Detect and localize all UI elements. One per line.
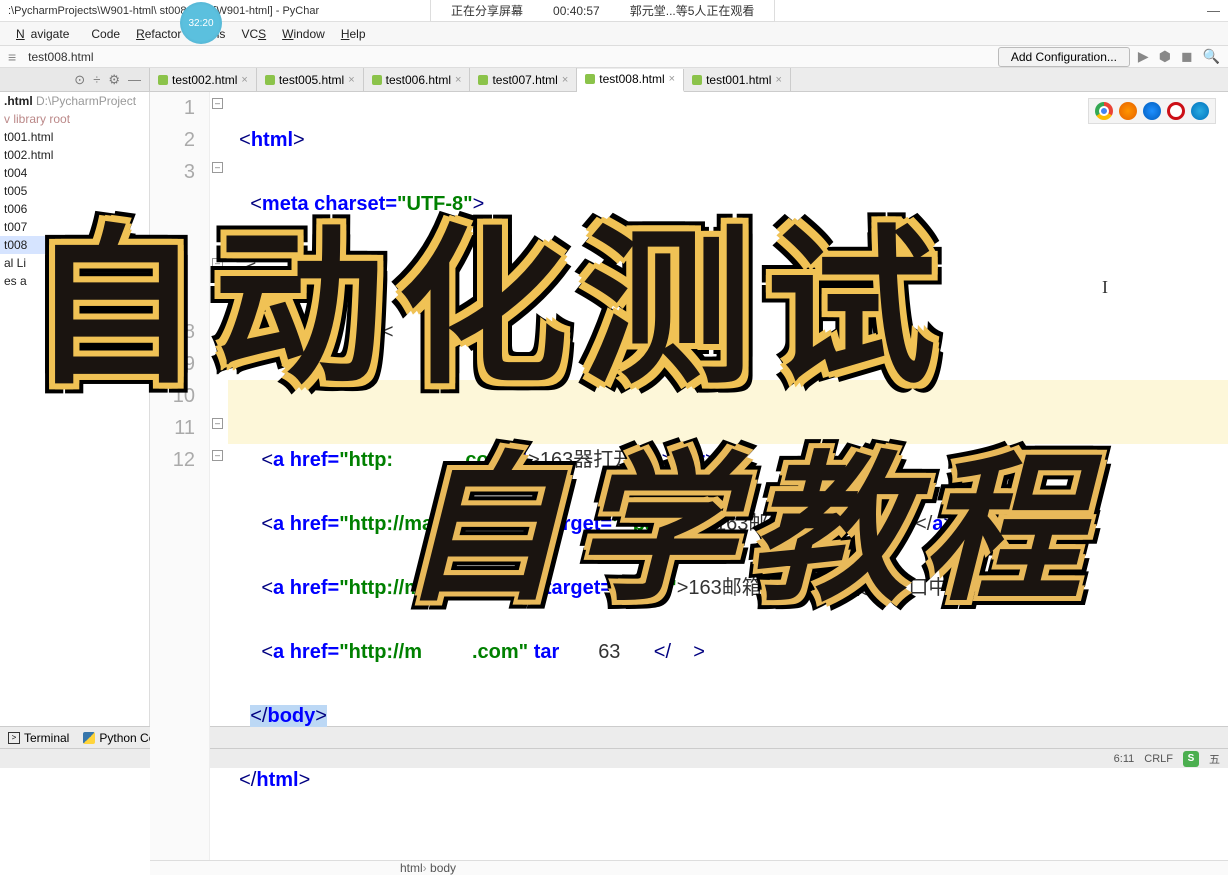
screen-share-bar: 正在分享屏幕 00:40:57 郭元堂...等5人正在观看 <box>430 0 775 22</box>
tree-scratches[interactable]: es a <box>0 272 149 290</box>
html-file-icon <box>265 75 275 85</box>
workspace: .html D:\PycharmProject v library root t… <box>0 92 1228 726</box>
tree-file-selected[interactable]: t008 <box>0 236 149 254</box>
run-icon[interactable]: ▶ <box>1136 48 1151 65</box>
window-title: :\PycharmProjects\W901-html\ st008.html … <box>8 5 319 17</box>
fold-column[interactable]: – – – – – <box>210 92 228 860</box>
python-icon <box>83 732 95 744</box>
stop-icon[interactable]: ◼ <box>1179 48 1195 65</box>
tab-test005[interactable]: test005.html× <box>257 68 364 91</box>
terminal-tool-button[interactable]: >Terminal <box>8 731 69 745</box>
html-file-icon <box>692 75 702 85</box>
tab-test007[interactable]: test007.html× <box>470 68 577 91</box>
close-icon[interactable]: × <box>775 74 781 86</box>
minimize-icon[interactable]: — <box>1207 3 1220 18</box>
close-icon[interactable]: × <box>562 74 568 86</box>
tree-file[interactable]: t007 <box>0 218 149 236</box>
divider-icon: ÷ <box>93 72 100 87</box>
tree-file[interactable]: t006 <box>0 200 149 218</box>
close-icon[interactable]: × <box>455 74 461 86</box>
html-file-icon <box>585 74 595 84</box>
tree-file[interactable]: t004 <box>0 164 149 182</box>
breadcrumb-html[interactable]: html <box>400 861 423 875</box>
html-file-icon <box>478 75 488 85</box>
opera-icon[interactable] <box>1167 102 1185 120</box>
project-tree[interactable]: .html D:\PycharmProject v library root t… <box>0 92 150 726</box>
crumb-home-icon[interactable]: ≡ <box>6 49 18 65</box>
menu-help[interactable]: Help <box>335 25 372 43</box>
line-gutter: 123 8910 1112 <box>150 92 210 860</box>
breadcrumb-body[interactable]: body <box>423 861 456 875</box>
safari-icon[interactable] <box>1143 102 1161 120</box>
share-duration: 00:40:57 <box>553 4 600 18</box>
tree-file[interactable]: t001.html <box>0 128 149 146</box>
hide-icon[interactable]: — <box>128 72 141 87</box>
menu-refactor[interactable]: Refactor <box>130 25 187 43</box>
share-watchers: 郭元堂...等5人正在观看 <box>630 2 755 19</box>
gear-icon[interactable]: ⚙ <box>108 72 120 88</box>
crumb-file[interactable]: test008.html <box>22 48 99 66</box>
collapse-icon[interactable]: ⊙ <box>74 72 85 88</box>
tree-file[interactable]: t005 <box>0 182 149 200</box>
code-content[interactable]: <html> <meta charset="UTF-8"> < >文 < > <… <box>228 92 1228 860</box>
menu-vcs[interactable]: VCS <box>235 25 272 43</box>
close-icon[interactable]: × <box>348 74 354 86</box>
tab-test008[interactable]: test008.html× <box>577 69 684 92</box>
search-icon[interactable]: 🔍 <box>1201 48 1222 65</box>
window-controls: — <box>1207 3 1220 18</box>
tree-external-libs[interactable]: al Li <box>0 254 149 272</box>
tree-root[interactable]: .html D:\PycharmProject <box>0 92 149 110</box>
browser-preview-icons <box>1088 98 1216 124</box>
share-status: 正在分享屏幕 <box>451 2 523 19</box>
tab-test002[interactable]: test002.html× <box>150 68 257 91</box>
tree-library-root[interactable]: v library root <box>0 110 149 128</box>
fold-icon[interactable]: – <box>212 418 223 429</box>
terminal-icon: > <box>8 732 20 744</box>
fold-icon[interactable]: – <box>212 98 223 109</box>
chrome-icon[interactable] <box>1095 102 1113 120</box>
menu-window[interactable]: Window <box>276 25 331 43</box>
fold-icon[interactable]: – <box>212 258 223 269</box>
editor-tabs: ⊙ ÷ ⚙ — test002.html× test005.html× test… <box>0 68 1228 92</box>
close-icon[interactable]: × <box>669 73 675 85</box>
html-file-icon <box>158 75 168 85</box>
debug-icon[interactable]: ⬢ <box>1157 48 1173 65</box>
navigation-bar: ≡ test008.html Add Configuration... ▶ ⬢ … <box>0 46 1228 68</box>
add-configuration-button[interactable]: Add Configuration... <box>998 47 1130 67</box>
tab-test006[interactable]: test006.html× <box>364 68 471 91</box>
tab-test001[interactable]: test001.html× <box>684 68 791 91</box>
menu-navigate[interactable]: Navigate <box>10 25 81 43</box>
fold-icon[interactable]: – <box>212 162 223 173</box>
code-editor[interactable]: I 123 8910 1112 – – – – – <html> <meta c… <box>150 92 1228 726</box>
menu-code[interactable]: Code <box>85 25 126 43</box>
meeting-clock-icon: 32:20 <box>180 2 222 44</box>
editor-breadcrumb[interactable]: html body <box>150 860 1228 875</box>
fold-icon[interactable]: – <box>212 450 223 461</box>
text-cursor-icon: I <box>1102 277 1108 298</box>
html-file-icon <box>372 75 382 85</box>
firefox-icon[interactable] <box>1119 102 1137 120</box>
close-icon[interactable]: × <box>241 74 247 86</box>
project-toolbar: ⊙ ÷ ⚙ — <box>0 68 150 91</box>
tree-file[interactable]: t002.html <box>0 146 149 164</box>
ie-icon[interactable] <box>1191 102 1209 120</box>
